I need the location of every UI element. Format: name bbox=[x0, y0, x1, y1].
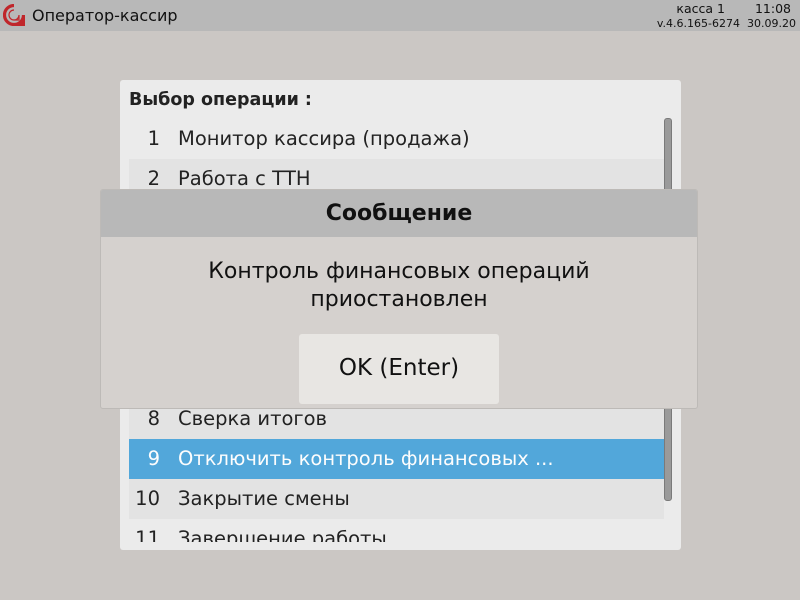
brand-logo-icon bbox=[3, 4, 25, 26]
status-info: касса 1 11:08 v.4.6.165-6274 30.09.20 bbox=[657, 1, 796, 31]
menu-item-label: Сверка итогов bbox=[178, 407, 328, 430]
register-label: касса 1 bbox=[676, 1, 725, 16]
menu-item-number: 2 bbox=[147, 167, 160, 190]
date-label: 30.09.20 bbox=[747, 17, 796, 30]
top-bar: Оператор-кассир касса 1 11:08 v.4.6.165-6… bbox=[0, 0, 800, 31]
clock-time: 11:08 bbox=[754, 1, 791, 16]
dialog-title: Сообщение bbox=[325, 201, 473, 226]
dialog-message-line: Контроль финансовых операций bbox=[208, 259, 590, 284]
version-label: v.4.6.165-6274 bbox=[656, 17, 741, 30]
dialog-header: Сообщение bbox=[101, 190, 697, 237]
menu-item-cashier-monitor[interactable]: 1 Монитор кассира (продажа) bbox=[129, 119, 664, 159]
menu-item-number: 1 bbox=[147, 127, 160, 150]
ok-button-label: OK (Enter) bbox=[338, 355, 460, 381]
message-dialog: Сообщение Контроль финансовых операций п… bbox=[100, 189, 698, 409]
menu-title: Выбор операции : bbox=[129, 90, 312, 110]
menu-item-shutdown[interactable]: 11 Завершение работы bbox=[129, 519, 664, 542]
menu-item-label: Завершение работы bbox=[178, 527, 387, 542]
menu-item-number: 9 bbox=[147, 447, 160, 470]
menu-item-close-shift[interactable]: 10 Закрытие смены bbox=[129, 479, 664, 519]
dialog-message: Контроль финансовых операций приостановл… bbox=[101, 258, 697, 314]
menu-item-label: Монитор кассира (продажа) bbox=[178, 127, 470, 150]
menu-item-number: 10 bbox=[135, 487, 160, 510]
menu-item-label: Закрытие смены bbox=[178, 487, 350, 510]
menu-item-label: Отключить контроль финансовых ... bbox=[178, 447, 554, 470]
dialog-message-line: приостановлен bbox=[310, 287, 488, 312]
menu-item-number: 11 bbox=[135, 527, 160, 542]
menu-item-number: 8 bbox=[147, 407, 160, 430]
ok-button[interactable]: OK (Enter) bbox=[299, 334, 499, 404]
menu-item-disable-financial-control[interactable]: 9 Отключить контроль финансовых ... bbox=[129, 439, 664, 479]
app-title: Оператор-кассир bbox=[32, 6, 178, 25]
menu-item-label: Работа с ТТН bbox=[178, 167, 311, 190]
